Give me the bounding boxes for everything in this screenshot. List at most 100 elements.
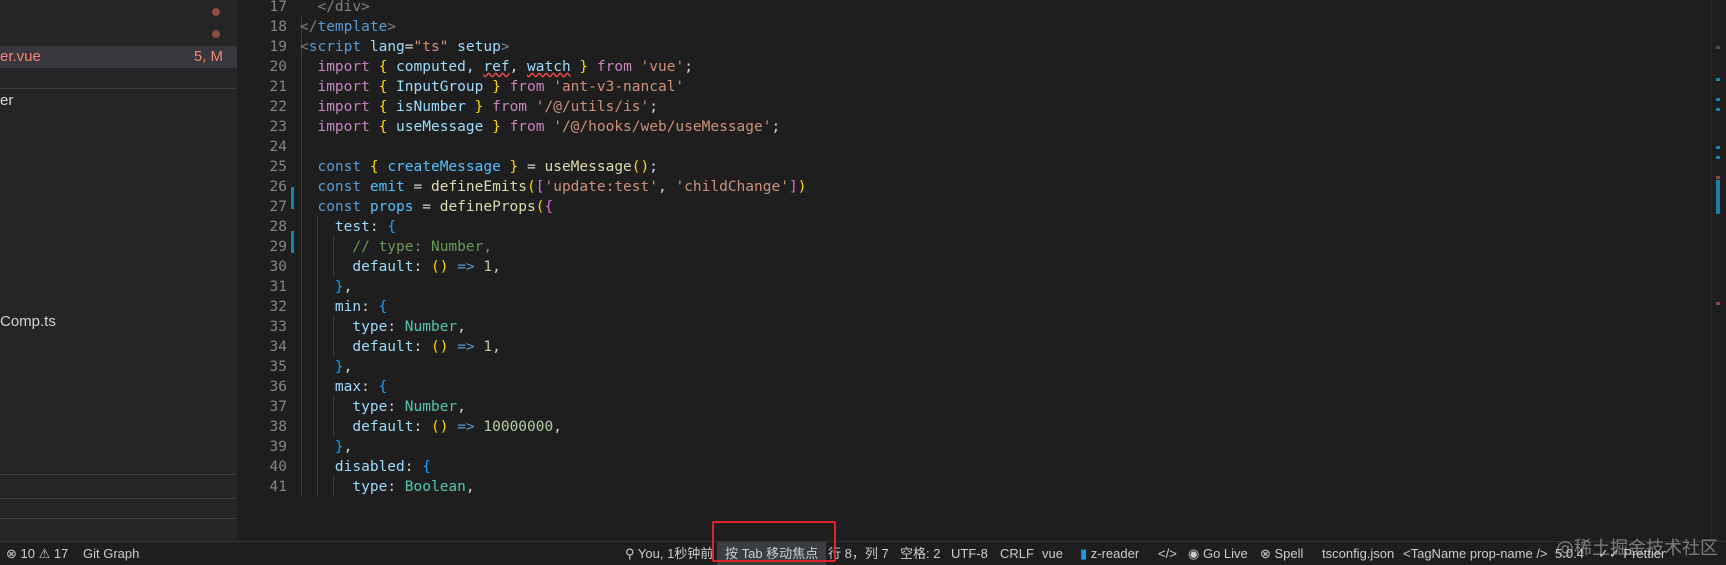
code-token: import — [317, 59, 370, 75]
code-token: { — [378, 379, 388, 395]
code-token: 1 — [483, 339, 493, 355]
ruler-mark — [1716, 176, 1720, 179]
code-line: import { InputGroup } from 'ant-v3-nanca… — [300, 76, 684, 98]
file-name: er — [0, 92, 14, 109]
code-token: InputGroup — [387, 79, 493, 95]
line-number: 23 — [269, 119, 287, 135]
code-token: ; — [771, 119, 781, 135]
overview-ruler[interactable] — [1711, 0, 1726, 541]
code-token: ; — [649, 159, 658, 175]
code-token: useMessage — [544, 159, 632, 175]
code-token: } — [334, 279, 344, 295]
code-token: import — [317, 79, 370, 95]
line-number: 19 — [269, 39, 287, 55]
code-token: { — [378, 299, 388, 315]
code-line: import { computed, ref, watch } from 'vu… — [300, 56, 693, 78]
line-number: 32 — [269, 299, 287, 315]
code-token: } — [334, 439, 344, 455]
tsconfig-button[interactable]: tsconfig.json — [1322, 542, 1394, 565]
code-token: 'ant-v3-nancal' — [553, 79, 685, 95]
highlight-box — [712, 521, 836, 562]
code-token: Number — [404, 319, 458, 335]
problems-indicator[interactable]: ⊗ 10 ⚠ 17 — [6, 542, 68, 565]
git-blame-indicator[interactable]: ⚲ You, 1秒钟前 — [625, 542, 713, 565]
code-token: lang — [369, 39, 405, 55]
spell-button[interactable]: ⊗ Spell — [1260, 542, 1303, 565]
file-item-active[interactable]: er.vue 5, M — [0, 46, 237, 68]
ruler-mark — [1716, 98, 1720, 101]
line-number: 38 — [269, 419, 287, 435]
code-token: : — [387, 319, 405, 335]
code-token: = — [404, 39, 414, 55]
eol-setting[interactable]: CRLF — [1000, 542, 1034, 565]
code-line: const emit = defineEmits(['update:test',… — [300, 176, 806, 198]
code-token: 'vue' — [640, 59, 685, 75]
code-token: { — [422, 459, 431, 475]
code-token: () — [631, 159, 650, 175]
line-number: 18 — [269, 19, 287, 35]
code-token: : — [361, 379, 379, 395]
file-item[interactable]: er — [0, 90, 237, 112]
code-token: : — [387, 399, 405, 415]
file-item[interactable]: Comp.ts — [0, 311, 237, 333]
encoding-setting[interactable]: UTF-8 — [951, 542, 988, 565]
code-token: 'childChange' — [675, 179, 789, 195]
code-token: , — [457, 319, 466, 335]
code-token: script — [308, 39, 362, 55]
code-token: : — [387, 479, 405, 495]
go-live-button[interactable]: ◉ Go Live — [1188, 542, 1248, 565]
line-number: 41 — [269, 479, 287, 495]
line-number: 40 — [269, 459, 287, 475]
code-token: } — [492, 79, 501, 95]
line-number: 24 — [269, 139, 287, 155]
code-token: , — [457, 399, 466, 415]
code-editor[interactable]: </div> </template> <script lang="ts" setup… — [300, 0, 1710, 541]
code-token: from — [596, 59, 632, 75]
tagname-button[interactable]: <TagName prop-name /> — [1403, 542, 1548, 565]
code-line: type: Number, — [300, 396, 466, 418]
spell-label: Spell — [1274, 546, 1304, 561]
code-token: const — [317, 179, 362, 195]
z-reader-button[interactable]: ▮ z-reader — [1080, 542, 1139, 565]
ruler-mark — [1716, 302, 1720, 305]
code-token: ] — [788, 179, 798, 195]
remote-icon[interactable]: </> — [1158, 542, 1177, 565]
code-token: import — [317, 99, 370, 115]
line-number: 30 — [269, 259, 287, 275]
code-token: < — [300, 39, 309, 55]
code-token: ; — [684, 59, 693, 75]
code-token: const — [317, 199, 362, 215]
indentation-setting[interactable]: 空格: 2 — [900, 542, 940, 565]
code-line: import { useMessage } from '/@/hooks/web… — [300, 116, 780, 138]
code-line: const props = defineProps({ — [300, 196, 553, 218]
cursor-position[interactable]: 行 8，列 7 — [828, 542, 889, 565]
code-line: import { isNumber } from '/@/utils/is'; — [300, 96, 658, 118]
code-token: const — [317, 159, 362, 175]
code-token: , — [492, 339, 501, 355]
line-number: 29 — [269, 239, 287, 255]
code-token: useMessage — [387, 119, 493, 135]
code-token: : — [413, 339, 431, 355]
git-graph-button[interactable]: Git Graph — [83, 542, 139, 565]
code-token: 'update:test' — [544, 179, 658, 195]
language-mode[interactable]: vue — [1042, 542, 1063, 565]
